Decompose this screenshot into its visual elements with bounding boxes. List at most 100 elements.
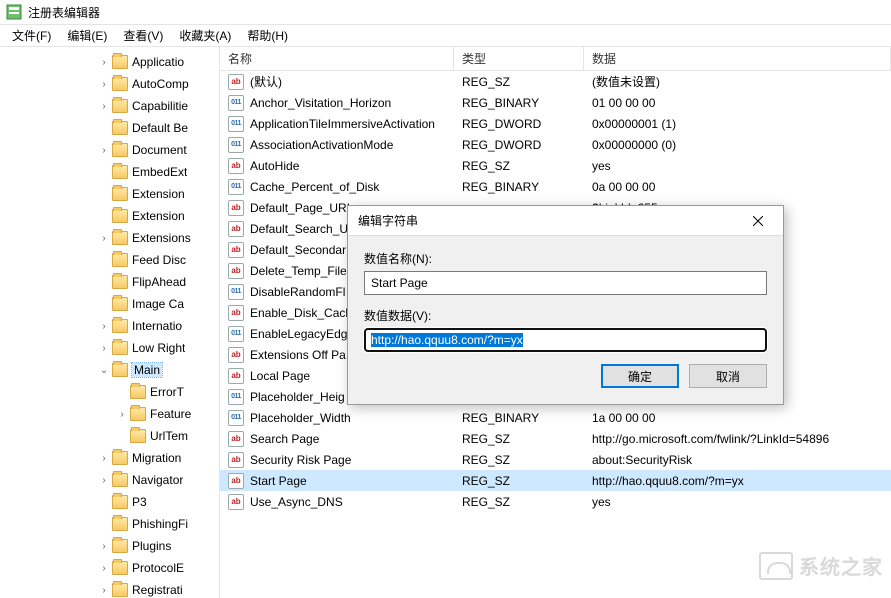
tree-label: Applicatio (132, 55, 184, 69)
value-row[interactable]: 011Placeholder_WidthREG_BINARY1a 00 00 0… (220, 407, 891, 428)
chevron-icon[interactable]: › (98, 145, 110, 156)
tree-pane[interactable]: › Applicatio › AutoComp ›CapabilitieDefault … (0, 47, 220, 598)
chevron-icon[interactable]: › (98, 475, 110, 486)
column-data[interactable]: 数据 (584, 47, 891, 70)
string-value-icon: ab (228, 158, 244, 174)
folder-icon (130, 429, 146, 443)
value-type: REG_SZ (454, 75, 584, 89)
tree-item[interactable]: ›Plugins (0, 535, 219, 557)
tree-item[interactable]: P3 (0, 491, 219, 513)
chevron-icon[interactable]: ⌄ (98, 365, 110, 376)
column-type[interactable]: 类型 (454, 47, 584, 70)
tree-item[interactable]: ›Migration (0, 447, 219, 469)
tree-item[interactable]: FlipAhead (0, 271, 219, 293)
value-row[interactable]: abStart PageREG_SZhttp://hao.qquu8.com/?… (220, 470, 891, 491)
tree-item[interactable]: EmbedExt (0, 161, 219, 183)
menu-favorites[interactable]: 收藏夹(A) (171, 25, 239, 46)
binary-value-icon: 011 (228, 326, 244, 342)
menu-view[interactable]: 查看(V) (115, 25, 171, 46)
binary-value-icon: 011 (228, 284, 244, 300)
tree-item[interactable]: ›ProtocolE (0, 557, 219, 579)
tree-item[interactable]: ⌄Main (0, 359, 219, 381)
tree-item[interactable]: ›Low Right (0, 337, 219, 359)
binary-value-icon: 011 (228, 95, 244, 111)
value-row[interactable]: abUse_Async_DNSREG_SZyes (220, 491, 891, 512)
value-name: Placeholder_Width (250, 411, 351, 425)
chevron-icon[interactable]: › (98, 101, 110, 112)
tree-item[interactable]: ErrorT (0, 381, 219, 403)
value-type: REG_SZ (454, 474, 584, 488)
value-row[interactable]: abSecurity Risk PageREG_SZabout:Security… (220, 449, 891, 470)
dialog-title: 编辑字符串 (358, 212, 418, 229)
folder-icon (112, 297, 128, 311)
chevron-icon[interactable]: › (98, 57, 110, 68)
string-value-icon: ab (228, 431, 244, 447)
value-data-input[interactable] (364, 328, 767, 352)
folder-icon (112, 165, 128, 179)
ok-button[interactable]: 确定 (601, 364, 679, 388)
value-row[interactable]: abAutoHideREG_SZyes (220, 155, 891, 176)
value-row[interactable]: 011AssociationActivationModeREG_DWORD0x0… (220, 134, 891, 155)
tree-item[interactable]: › Feature (0, 403, 219, 425)
menu-edit[interactable]: 编辑(E) (59, 25, 115, 46)
chevron-icon[interactable]: › (98, 343, 110, 354)
dialog-buttons: 确定 取消 (364, 364, 767, 388)
title-bar: 注册表编辑器 (0, 0, 891, 25)
tree-item[interactable]: Feed Disc (0, 249, 219, 271)
folder-icon (112, 583, 128, 597)
tree-label: AutoComp (132, 77, 189, 91)
tree-item[interactable]: Default Be (0, 117, 219, 139)
tree-item[interactable]: ›Internatio (0, 315, 219, 337)
folder-icon (112, 363, 128, 377)
string-value-icon: ab (228, 473, 244, 489)
cancel-button[interactable]: 取消 (689, 364, 767, 388)
value-row[interactable]: 011Cache_Percent_of_DiskREG_BINARY0a 00 … (220, 176, 891, 197)
chevron-icon[interactable]: › (98, 541, 110, 552)
tree-item[interactable]: Image Ca (0, 293, 219, 315)
tree-item[interactable]: Extension (0, 205, 219, 227)
value-name: Default_Secondar (250, 243, 346, 257)
tree-item[interactable]: ›Capabilitie (0, 95, 219, 117)
tree-label: Registrati (132, 583, 183, 597)
chevron-icon[interactable]: › (98, 79, 110, 90)
value-type: REG_SZ (454, 159, 584, 173)
tree-item[interactable]: PhishingFi (0, 513, 219, 535)
chevron-icon[interactable]: › (98, 453, 110, 464)
string-value-icon: ab (228, 305, 244, 321)
folder-icon (112, 121, 128, 135)
tree-item[interactable]: › Extensions (0, 227, 219, 249)
chevron-icon[interactable]: › (98, 233, 110, 244)
value-row[interactable]: abSearch PageREG_SZhttp://go.microsoft.c… (220, 428, 891, 449)
value-name: Default_Search_U (250, 222, 348, 236)
chevron-icon[interactable]: › (98, 563, 110, 574)
registry-tree[interactable]: › Applicatio › AutoComp ›CapabilitieDefault … (0, 51, 219, 598)
chevron-icon[interactable]: › (116, 409, 128, 420)
tree-item[interactable]: › Registrati (0, 579, 219, 598)
chevron-icon[interactable]: › (98, 321, 110, 332)
folder-icon (112, 143, 128, 157)
chevron-icon[interactable]: › (98, 585, 110, 596)
value-name: Start Page (250, 474, 307, 488)
string-value-icon: ab (228, 221, 244, 237)
tree-label: Extensions (132, 231, 191, 245)
value-row[interactable]: 011ApplicationTileImmersiveActivationREG… (220, 113, 891, 134)
menu-help[interactable]: 帮助(H) (239, 25, 296, 46)
tree-item[interactable]: › Applicatio (0, 51, 219, 73)
tree-label: Extension (132, 187, 185, 201)
tree-item[interactable]: ›Navigator (0, 469, 219, 491)
tree-label: Feature (150, 407, 191, 421)
value-row[interactable]: ab(默认)REG_SZ(数值未设置) (220, 71, 891, 92)
tree-item[interactable]: ›Document (0, 139, 219, 161)
value-row[interactable]: 011Anchor_Visitation_HorizonREG_BINARY01… (220, 92, 891, 113)
string-value-icon: ab (228, 263, 244, 279)
menu-file[interactable]: 文件(F) (4, 25, 59, 46)
value-name-input[interactable] (364, 271, 767, 295)
column-name[interactable]: 名称 (220, 47, 454, 70)
dialog-titlebar[interactable]: 编辑字符串 (348, 206, 783, 236)
value-name: Cache_Percent_of_Disk (250, 180, 379, 194)
tree-item[interactable]: › AutoComp (0, 73, 219, 95)
tree-item[interactable]: UrlTem (0, 425, 219, 447)
binary-value-icon: 011 (228, 116, 244, 132)
close-icon[interactable] (743, 210, 773, 232)
tree-item[interactable]: Extension (0, 183, 219, 205)
